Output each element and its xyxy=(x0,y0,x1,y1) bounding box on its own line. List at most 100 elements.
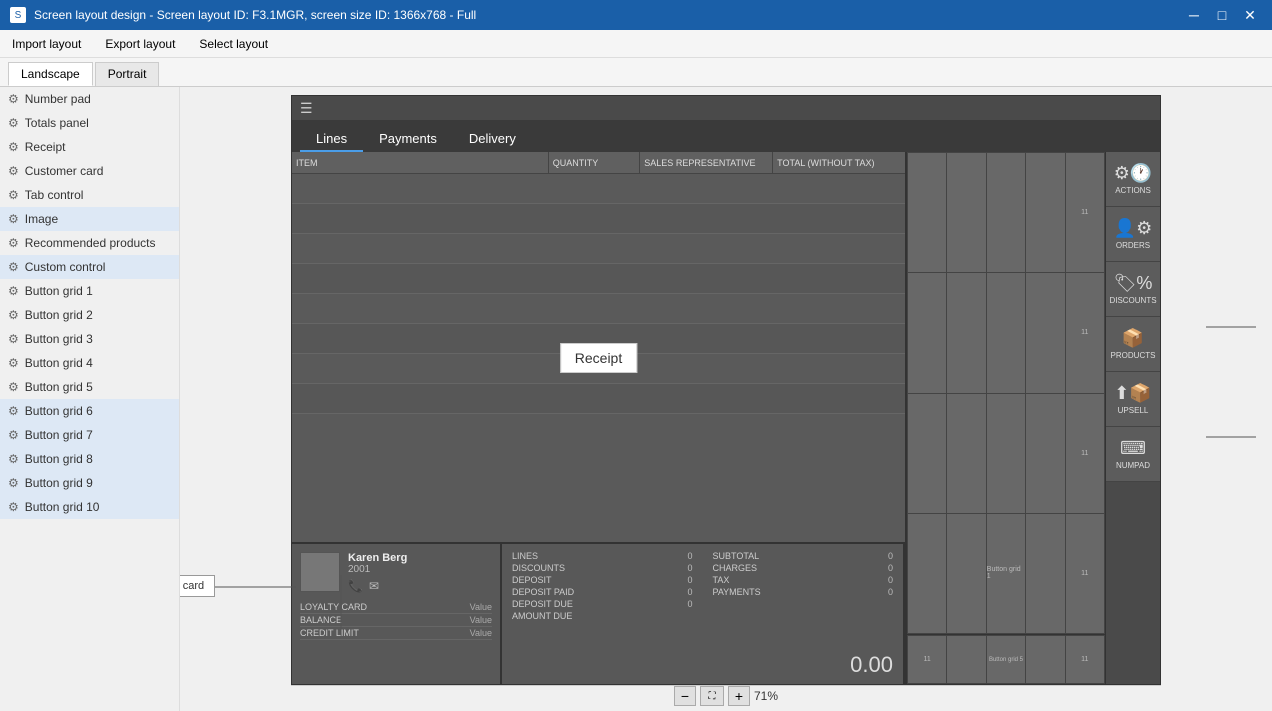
btn-cell xyxy=(908,514,946,633)
design-canvas: ☰ Lines Payments Delivery xyxy=(291,95,1161,685)
gear-icon: ⚙ xyxy=(8,476,19,490)
btn-cell: 11 xyxy=(1066,514,1104,633)
sidebar-item-customercard[interactable]: ⚙ Customer card xyxy=(0,159,179,183)
sidebar-item-buttongrid6[interactable]: ⚙ Button grid 6 xyxy=(0,399,179,423)
callout-label-customer-card: Customer card xyxy=(180,575,215,597)
totals-discounts-row: DISCOUNTS 0 xyxy=(512,562,693,574)
totals-lines-row: LINES 0 xyxy=(512,550,693,562)
sidebar-item-buttongrid5[interactable]: ⚙ Button grid 5 xyxy=(0,375,179,399)
credit-limit-field: CREDIT LIMIT Value xyxy=(300,627,492,640)
zoom-level-label: 71% xyxy=(754,689,778,703)
btn-cell-label: Button grid 1 xyxy=(987,514,1025,633)
btn-cell xyxy=(908,273,946,392)
zoom-bar: − ⛶ + 71% xyxy=(291,685,1161,706)
customer-card-panel: Karen Berg 2001 📞 ✉ xyxy=(292,544,502,684)
zoom-reset-button[interactable]: ⛶ xyxy=(700,686,724,706)
col-rep: SALES REPRESENTATIVE xyxy=(640,152,773,173)
sidebar-item-receipt[interactable]: ⚙ Receipt xyxy=(0,135,179,159)
customer-avatar xyxy=(300,552,340,592)
close-button[interactable]: ✕ xyxy=(1238,5,1262,25)
zoom-out-button[interactable]: − xyxy=(674,686,696,706)
gear-icon: ⚙ xyxy=(8,116,19,130)
tab-portrait[interactable]: Portrait xyxy=(95,62,160,86)
btn-cell xyxy=(987,273,1025,392)
totals-charges-row: CHARGES 0 xyxy=(713,562,894,574)
action-btn-orders[interactable]: 👤⚙ ORDERS xyxy=(1106,207,1160,262)
gear-icon: ⚙ xyxy=(8,308,19,322)
receipt-lines: Receipt xyxy=(292,174,905,542)
btn-cell xyxy=(908,153,946,272)
sidebar-item-buttongrid9[interactable]: ⚙ Button grid 9 xyxy=(0,471,179,495)
zoom-in-button[interactable]: + xyxy=(728,686,750,706)
gear-icon: ⚙ xyxy=(8,284,19,298)
btn-cell xyxy=(1026,273,1064,392)
gear-icon: ⚙ xyxy=(8,428,19,442)
canvas-tab-bar: Lines Payments Delivery xyxy=(292,120,1160,152)
action-btn-numpad[interactable]: ⌨ NUMPAD xyxy=(1106,427,1160,482)
btn-cell: 11 xyxy=(1066,394,1104,513)
sidebar-item-recommended[interactable]: ⚙ Recommended products xyxy=(0,231,179,255)
btn-cell xyxy=(1026,636,1064,683)
totals-deposit-paid-row: DEPOSIT PAID 0 xyxy=(512,586,693,598)
orders-icon: 👤⚙ xyxy=(1114,218,1153,239)
sidebar-item-buttongrid1[interactable]: ⚙ Button grid 1 xyxy=(0,279,179,303)
action-btn-discounts[interactable]: 🏷% DISCOUNTS xyxy=(1106,262,1160,317)
canvas-tab-payments[interactable]: Payments xyxy=(363,127,453,152)
canvas-tab-delivery[interactable]: Delivery xyxy=(453,127,532,152)
action-btn-products[interactable]: 📦 PRODUCTS xyxy=(1106,317,1160,372)
sidebar-item-buttongrid7[interactable]: ⚙ Button grid 7 xyxy=(0,423,179,447)
customer-name: Karen Berg xyxy=(348,552,492,564)
email-icon: ✉ xyxy=(369,579,379,593)
window-controls: ─ □ ✕ xyxy=(1182,5,1262,25)
gear-icon: ⚙ xyxy=(8,236,19,250)
receipt-line xyxy=(292,234,905,264)
totals-payments-row: PAYMENTS 0 xyxy=(713,586,894,598)
sidebar-item-buttongrid4[interactable]: ⚙ Button grid 4 xyxy=(0,351,179,375)
receipt-line xyxy=(292,294,905,324)
phone-icon: 📞 xyxy=(348,579,363,593)
sidebar-item-totalspanel[interactable]: ⚙ Totals panel xyxy=(0,111,179,135)
minimize-button[interactable]: ─ xyxy=(1182,5,1206,25)
sidebar-item-buttongrid2[interactable]: ⚙ Button grid 2 xyxy=(0,303,179,327)
menu-select-layout[interactable]: Select layout xyxy=(195,35,272,53)
action-btn-actions[interactable]: ⚙🕐 ACTIONS xyxy=(1106,152,1160,207)
canvas-area: ☰ Lines Payments Delivery xyxy=(180,87,1272,711)
btn-cell xyxy=(1026,514,1064,633)
upsell-icon: ⬆📦 xyxy=(1114,383,1152,404)
btn-cell xyxy=(947,273,985,392)
totals-deposit-due-row: DEPOSIT DUE 0 xyxy=(512,598,693,610)
sidebar-item-numberpad[interactable]: ⚙ Number pad xyxy=(0,87,179,111)
sidebar-item-tabcontrol[interactable]: ⚙ Tab control xyxy=(0,183,179,207)
sidebar-item-buttongrid10[interactable]: ⚙ Button grid 10 xyxy=(0,495,179,519)
sidebar-item-customcontrol[interactable]: ⚙ Custom control xyxy=(0,255,179,279)
btn-cell xyxy=(987,394,1025,513)
menu-export-layout[interactable]: Export layout xyxy=(101,35,179,53)
btn-cell xyxy=(947,153,985,272)
loyalty-card-field: LOYALTY CARD Value xyxy=(300,601,492,614)
balance-field: BALANCE Value xyxy=(300,614,492,627)
btn-cell xyxy=(947,514,985,633)
maximize-button[interactable]: □ xyxy=(1210,5,1234,25)
sidebar-item-image[interactable]: ⚙ Image xyxy=(0,207,179,231)
title-bar: S Screen layout design - Screen layout I… xyxy=(0,0,1272,30)
actions-icon: ⚙🕐 xyxy=(1114,163,1153,184)
action-btn-upsell[interactable]: ⬆📦 UPSELL xyxy=(1106,372,1160,427)
receipt-line xyxy=(292,174,905,204)
sidebar-item-buttongrid3[interactable]: ⚙ Button grid 3 xyxy=(0,327,179,351)
customer-fields: LOYALTY CARD Value BALANCE Value CREDIT … xyxy=(300,601,492,640)
btn-cell-label: Button grid 5 xyxy=(987,636,1025,683)
big-amount: 0.00 xyxy=(512,648,893,678)
totals-amount-due-row: AMOUNT DUE xyxy=(512,610,693,622)
menu-import-layout[interactable]: Import layout xyxy=(8,35,85,53)
gear-icon: ⚙ xyxy=(8,164,19,178)
app-icon: S xyxy=(10,7,26,23)
numpad-icon: ⌨ xyxy=(1120,438,1146,459)
tab-landscape[interactable]: Landscape xyxy=(8,62,93,86)
gear-icon: ⚙ xyxy=(8,140,19,154)
canvas-tab-lines[interactable]: Lines xyxy=(300,127,363,152)
totals-right-col: SUBTOTAL 0 CHARGES 0 TAX xyxy=(713,550,894,646)
gear-icon: ⚙ xyxy=(8,380,19,394)
sidebar-item-buttongrid8[interactable]: ⚙ Button grid 8 xyxy=(0,447,179,471)
gear-icon: ⚙ xyxy=(8,188,19,202)
col-total: TOTAL (WITHOUT TAX) xyxy=(773,152,905,173)
